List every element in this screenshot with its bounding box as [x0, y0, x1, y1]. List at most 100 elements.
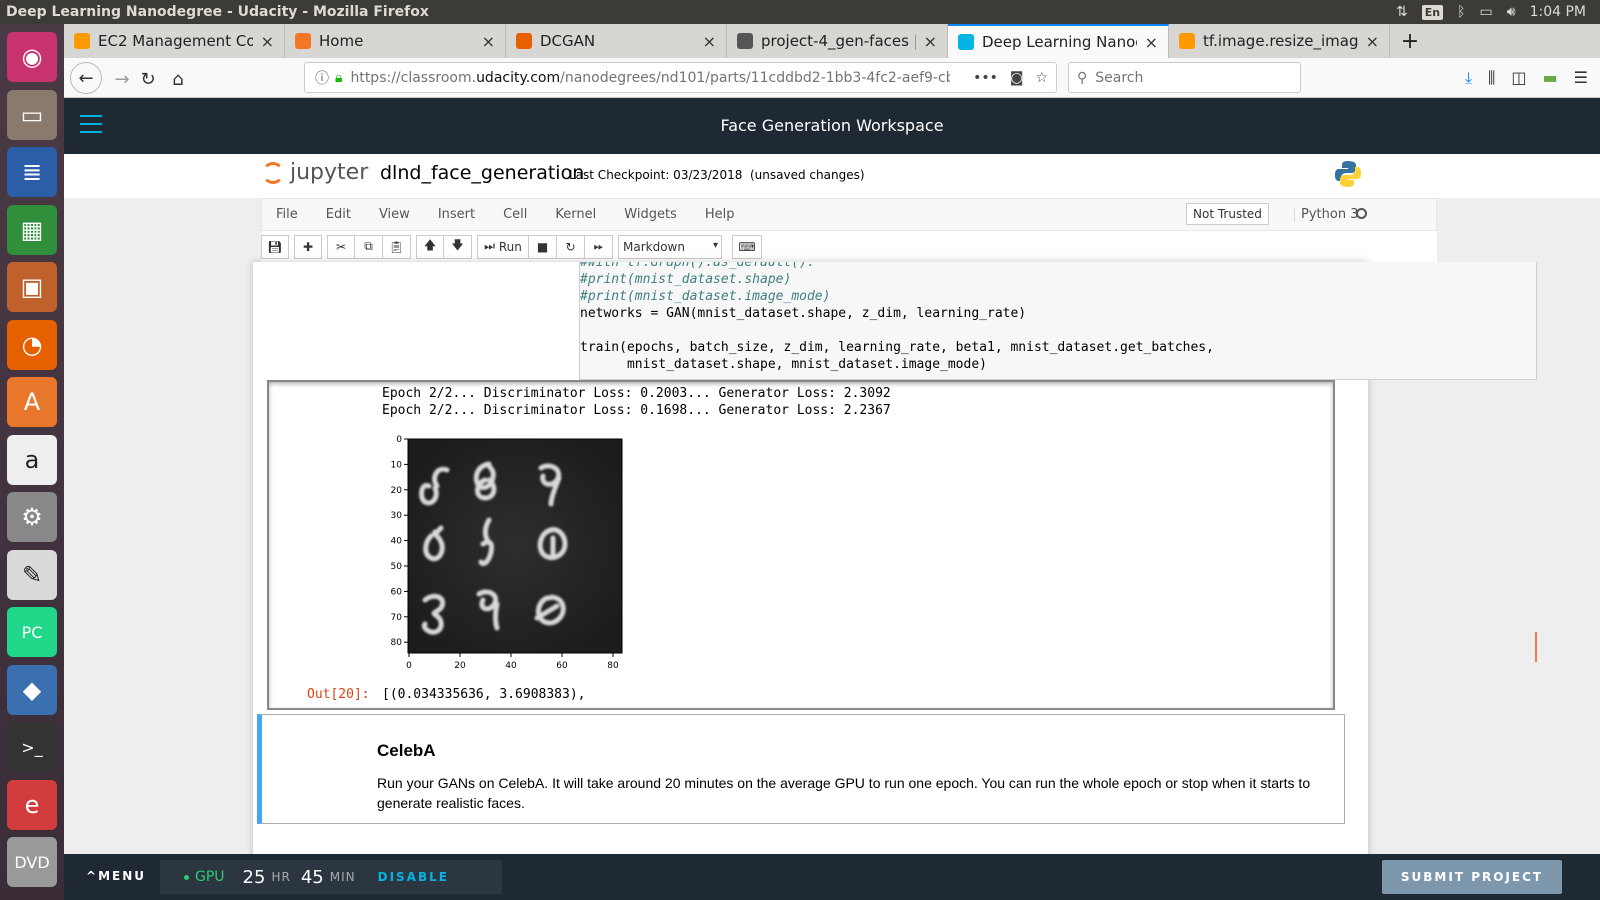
impress-icon[interactable]: ▣	[7, 262, 57, 312]
browser-tab[interactable]: tf.image.resize_images ×	[1169, 24, 1390, 58]
menu-insert[interactable]: Insert	[424, 207, 489, 222]
move-up-button[interactable]: 🡅︎	[416, 234, 444, 259]
app-red-icon[interactable]: e	[7, 779, 57, 830]
copy-button[interactable]: ⧉	[355, 234, 383, 259]
menu-widgets[interactable]: Widgets	[610, 207, 691, 222]
terminal-icon[interactable]: >_	[7, 722, 57, 772]
browser-tab[interactable]: Deep Learning Nanodeg ×	[948, 24, 1169, 58]
software-center-icon[interactable]: A	[7, 377, 57, 427]
pocket-icon[interactable]: ◙	[1010, 70, 1024, 86]
calc-icon[interactable]: ▦	[7, 204, 57, 255]
output-value: [(0.034335636, 3.6908383),	[382, 687, 586, 702]
bluetooth-icon[interactable]: ᛒ	[1457, 4, 1465, 20]
menu-help[interactable]: Help	[691, 207, 749, 222]
cell-type-select[interactable]: Markdown	[618, 234, 722, 259]
url-bar[interactable]: ⓘ 🔒︎ https://classroom.udacity.com/nanod…	[304, 62, 1057, 93]
y-tick-label: 60	[391, 587, 403, 597]
paste-button[interactable]: 📋︎	[383, 234, 411, 259]
code-line: #print(mnist_dataset.shape)	[580, 272, 792, 287]
search-input[interactable]: ⚲ Search	[1068, 62, 1301, 93]
insert-cell-button[interactable]: ✚	[294, 234, 322, 259]
page-actions-icon[interactable]: •••	[973, 70, 998, 86]
tab-label: project-4_gen-faces | De	[761, 32, 916, 50]
code-cell[interactable]: #with tf.Graph().as_default(): #print(mni…	[579, 262, 1537, 380]
downloads-icon[interactable]: ⤓	[1465, 68, 1472, 88]
browser-tab[interactable]: project-4_gen-faces | De ×	[727, 24, 948, 58]
tab-label: DCGAN	[540, 32, 596, 50]
volume-icon[interactable]: 🔊︎	[1507, 4, 1516, 20]
log-line: Epoch 2/2... Discriminator Loss: 0.1698.…	[382, 403, 891, 418]
jupyter-logo[interactable]: jupyter	[262, 160, 368, 185]
menu-edit[interactable]: Edit	[312, 207, 365, 222]
search-icon: ⚲	[1077, 69, 1088, 86]
notebook-name[interactable]: dlnd_face_generation	[380, 162, 584, 184]
close-tab-icon[interactable]: ×	[482, 32, 495, 51]
pycharm-icon[interactable]: PC	[7, 607, 57, 657]
dvd-icon[interactable]: DVD	[7, 837, 57, 887]
writer-icon[interactable]: ≣	[7, 147, 57, 197]
markdown-heading: CelebA	[377, 741, 436, 760]
forward-button[interactable]: →	[108, 65, 136, 93]
battery-icon[interactable]: ▭	[1480, 4, 1493, 20]
launcher: ◉ ▭ ≣ ▦ ▣ ◔ Aa ⚙ ✎ PC ◆ >_e DVD	[0, 24, 64, 900]
y-tick-label: 0	[396, 435, 402, 445]
cut-button[interactable]: ✂	[327, 234, 355, 259]
markdown-cell[interactable]: CelebA Run your GANs on CelebA. It will …	[257, 714, 1345, 824]
settings-icon[interactable]: ⚙	[7, 492, 57, 542]
sidebar-icon[interactable]: ◫	[1511, 68, 1526, 88]
system-tray: ⇅ En ᛒ ▭ 🔊︎ 1:04 PM	[1396, 0, 1586, 24]
firefox-icon[interactable]: ◔	[7, 319, 57, 370]
app-icon[interactable]: ◆	[7, 664, 57, 715]
command-palette-button[interactable]: ⌨	[732, 234, 762, 259]
tab-label: tf.image.resize_images	[1203, 32, 1358, 50]
new-tab-button[interactable]: +	[1390, 24, 1430, 58]
hamburger-menu-icon[interactable]: ☰	[1574, 68, 1588, 88]
udacity-icon	[958, 34, 974, 50]
save-button[interactable]: 💾︎	[261, 234, 289, 259]
url-text[interactable]: https://classroom.udacity.com/nanodegree…	[350, 70, 950, 86]
workspace-menu-button[interactable]: ^MENU	[86, 869, 146, 883]
close-tab-icon[interactable]: ×	[703, 32, 716, 51]
slack-hash-icon	[737, 33, 753, 49]
gpu-hours: 25	[242, 866, 266, 888]
browser-tab[interactable]: EC2 Management Conso ×	[64, 24, 285, 58]
submit-project-button[interactable]: SUBMIT PROJECT	[1382, 860, 1562, 894]
restart-button[interactable]: ↻	[557, 234, 585, 259]
move-down-button[interactable]: 🡇︎	[444, 234, 472, 259]
clock[interactable]: 1:04 PM	[1530, 4, 1586, 20]
text-editor-icon[interactable]: ✎	[7, 549, 57, 600]
browser-tab[interactable]: DCGAN ×	[506, 24, 727, 58]
run-button[interactable]: ⏭︎ Run	[477, 234, 529, 259]
language-indicator[interactable]: En	[1421, 4, 1444, 20]
extension-icon[interactable]: ▬	[1543, 68, 1558, 88]
restart-run-all-button[interactable]: ⏩︎	[585, 234, 613, 259]
jupyter-menu-bar: File Edit View Insert Cell Kernel Widgets Help N…	[261, 198, 1437, 231]
network-icon[interactable]: ⇅	[1396, 4, 1408, 20]
jupyter-header: jupyter dlnd_face_generation Last Checkp…	[64, 154, 1600, 198]
close-tab-icon[interactable]: ×	[261, 32, 274, 51]
close-tab-icon[interactable]: ×	[1366, 32, 1379, 51]
menu-kernel[interactable]: Kernel	[541, 207, 610, 222]
close-tab-icon[interactable]: ×	[1145, 33, 1158, 52]
files-icon[interactable]: ▭	[7, 89, 57, 140]
x-tick-label: 40	[505, 661, 517, 671]
tab-strip: EC2 Management Conso×Home×DCGAN×project-…	[64, 24, 1600, 58]
amazon-icon[interactable]: a	[7, 434, 57, 485]
browser-tab[interactable]: Home ×	[285, 24, 506, 58]
reload-button[interactable]: ↻	[134, 65, 162, 93]
disable-gpu-button[interactable]: DISABLE	[378, 870, 449, 884]
ubuntu-dash-icon[interactable]: ◉	[7, 32, 57, 82]
trust-button[interactable]: Not Trusted	[1186, 203, 1269, 225]
home-button[interactable]: ⌂	[164, 65, 192, 93]
menu-view[interactable]: View	[365, 207, 424, 222]
scroll-indicator	[1535, 632, 1537, 662]
interrupt-button[interactable]: ■	[529, 234, 557, 259]
bookmark-star-icon[interactable]: ☆	[1035, 70, 1048, 86]
close-tab-icon[interactable]: ×	[924, 32, 937, 51]
menu-cell[interactable]: Cell	[489, 207, 541, 222]
menu-file[interactable]: File	[262, 207, 312, 222]
x-tick-label: 20	[454, 661, 466, 671]
library-icon[interactable]: ⫼	[1488, 68, 1495, 88]
back-button[interactable]: ←	[70, 62, 102, 94]
info-icon[interactable]: ⓘ	[315, 68, 329, 88]
